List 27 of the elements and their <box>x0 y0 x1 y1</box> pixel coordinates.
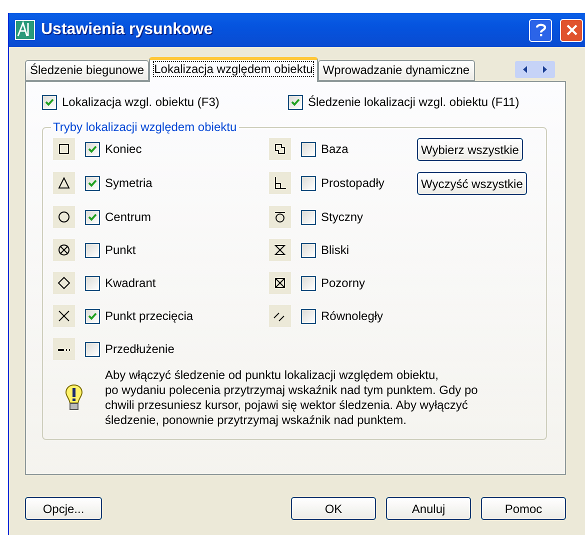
options-button[interactable]: Opcje... <box>25 497 102 520</box>
checkbox-label: Bliski <box>321 243 350 257</box>
checkbox-label: Prostopadły <box>321 176 384 190</box>
tab[interactable]: Lokalizacja względem obiektu <box>149 57 318 82</box>
dialog-button[interactable]: Anuluj <box>386 497 471 520</box>
group-title: Tryby lokalizacji względem obiektu <box>52 120 238 134</box>
dialog-button[interactable]: Pomoc <box>481 497 566 520</box>
hint-text: Aby włączyć śledzenie od punktu lokalizacji względem obiektu, po wydaniu polecenia przytrzymaj wskaźnik nad tym punktem. Gdy po chwili przesuniesz kursor, pojawi się wektor śledzenia. Aby wyłączyć śledzenie, ponownie przytrzymaj wskaźnik nad punktem. <box>105 368 478 428</box>
select-button[interactable]: Wybierz wszystkie <box>417 138 523 161</box>
checkbox-label: Pozorny <box>321 276 366 290</box>
dialog-button[interactable]: OK <box>291 497 376 520</box>
select-button[interactable]: Wyczyść wszystkie <box>417 172 527 195</box>
checkbox-label: Lokalizacja wzgl. obiektu (F3) <box>62 95 220 109</box>
checkbox-label: Styczny <box>321 210 364 224</box>
checkbox-label: Przedłużenie <box>105 342 174 356</box>
checkbox-label: Punkt przecięcia <box>105 309 194 323</box>
checkbox-label: Punkt <box>105 243 136 257</box>
tab[interactable]: Śledzenie biegunowe <box>25 60 150 81</box>
checkbox-label: Równoległy <box>321 309 384 323</box>
window-title: Ustawienia rysunkowe <box>41 21 214 39</box>
checkbox-label: Kwadrant <box>105 276 156 290</box>
tab[interactable]: Wprowadzanie dynamiczne <box>318 60 475 81</box>
checkbox-label: Baza <box>321 142 348 156</box>
checkbox-label: Śledzenie lokalizacji wzgl. obiektu (F11) <box>308 95 520 109</box>
checkbox-label: Koniec <box>105 142 142 156</box>
checkbox-label: Centrum <box>105 210 152 224</box>
checkbox-label: Symetria <box>105 176 152 190</box>
